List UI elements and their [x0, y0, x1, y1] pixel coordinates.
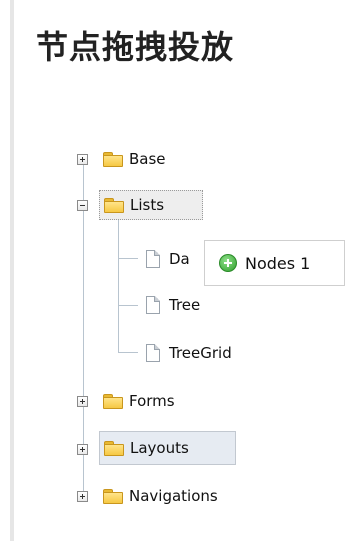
tree-node-label: Tree [169, 296, 201, 314]
tree-node-forms[interactable]: Forms [99, 386, 179, 416]
tree-node-label: Base [129, 150, 166, 168]
expand-toggle-icon[interactable] [77, 154, 88, 165]
folder-icon [104, 440, 124, 456]
add-ok-icon [219, 254, 237, 272]
expand-toggle-icon[interactable] [77, 491, 88, 502]
tree-node-tree[interactable]: Tree [142, 290, 204, 320]
file-icon [146, 296, 160, 314]
drag-proxy: Nodes 1 [204, 240, 345, 286]
tree-node-label: TreeGrid [169, 344, 232, 362]
folder-open-icon [104, 197, 124, 213]
expand-toggle-icon[interactable] [77, 444, 88, 455]
tree-node-label: Lists [130, 196, 165, 214]
tree-node-datalist[interactable]: Da [142, 244, 194, 274]
tree-guide-line [118, 305, 138, 306]
expand-toggle-icon[interactable] [77, 396, 88, 407]
tree-guide-line [118, 258, 138, 259]
tree-node-base[interactable]: Base [99, 144, 170, 174]
tree-node-layouts[interactable]: Layouts [99, 431, 236, 465]
file-icon [146, 250, 160, 268]
tree-node-label: Da [169, 250, 190, 268]
tree-node-label: Layouts [130, 439, 189, 457]
folder-icon [103, 151, 123, 167]
folder-icon [103, 488, 123, 504]
tree-guide-line [118, 352, 138, 353]
tree-node-navigations[interactable]: Navigations [99, 481, 222, 511]
tree-node-label: Navigations [129, 487, 218, 505]
tree-node-treegrid[interactable]: TreeGrid [142, 338, 236, 368]
tree-guide-line [118, 212, 119, 352]
folder-icon [103, 393, 123, 409]
file-icon [146, 344, 160, 362]
tree-node-label: Forms [129, 392, 175, 410]
drag-proxy-label: Nodes 1 [245, 253, 311, 273]
collapse-toggle-icon[interactable] [77, 200, 88, 211]
tree-node-lists[interactable]: Lists [99, 190, 203, 220]
